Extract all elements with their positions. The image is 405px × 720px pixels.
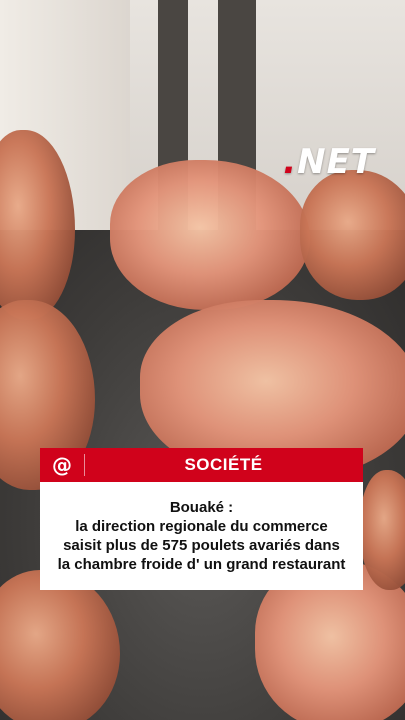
headline-line: Bouaké :: [169, 499, 234, 516]
headline-line: la chambre froide d' un grand restaurant: [57, 556, 346, 573]
headline-line: saisit plus de 575 poulets avariés dans: [63, 537, 340, 554]
headline: Bouaké : la direction regionale du comme…: [40, 482, 363, 590]
logo-text: NET: [297, 142, 375, 182]
category-label: SOCIÉTÉ: [184, 455, 263, 474]
background-photo: [0, 0, 405, 720]
logo-dot: .: [283, 142, 298, 182]
at-icon: @: [52, 453, 72, 477]
chicken-pile: [300, 170, 405, 300]
card-header: @ SOCIÉTÉ: [40, 448, 363, 482]
net-watermark-logo: .NET: [283, 142, 375, 182]
headline-line: la direction regionale du commerce: [75, 518, 328, 535]
news-card: @ SOCIÉTÉ Bouaké : la direction regional…: [40, 448, 363, 590]
